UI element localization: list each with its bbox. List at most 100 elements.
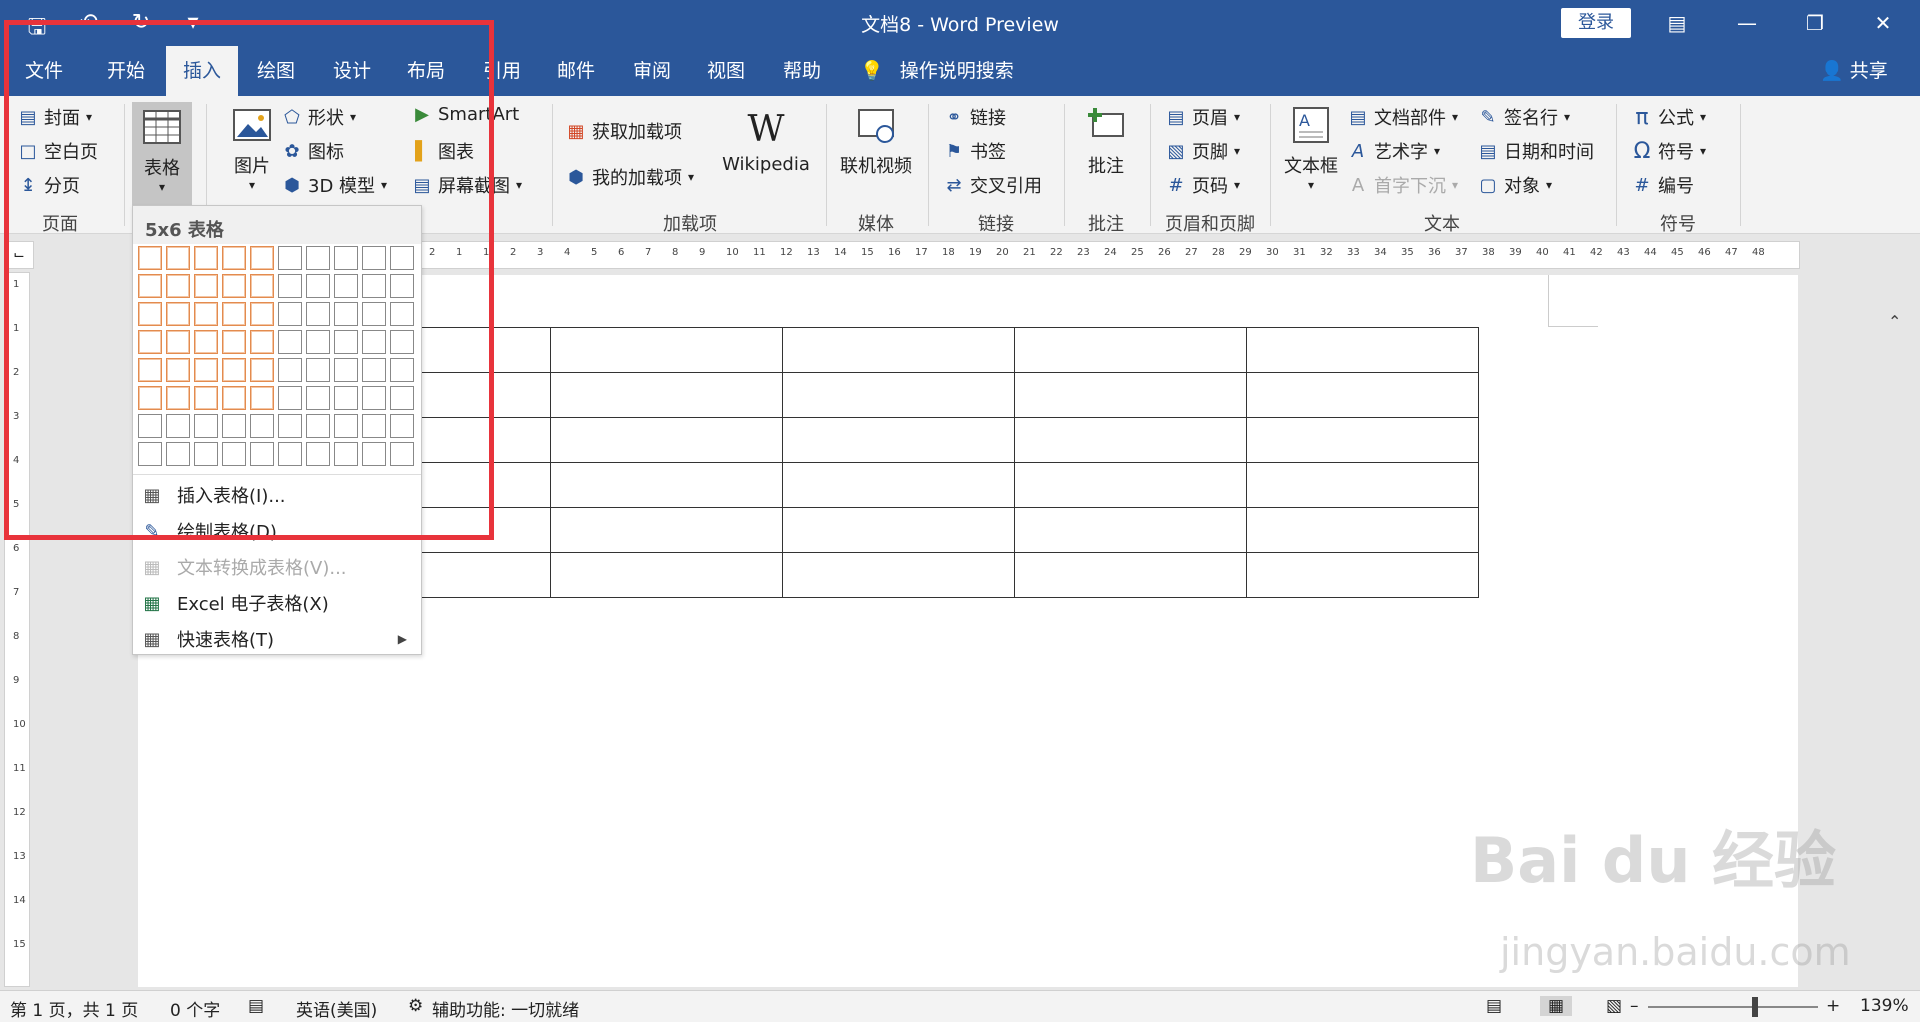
- zoom-slider-thumb[interactable]: [1752, 997, 1758, 1017]
- table-grid-cell[interactable]: [222, 358, 246, 382]
- zoom-slider-track[interactable]: [1648, 1006, 1818, 1008]
- table-grid-cell[interactable]: [138, 330, 162, 354]
- table-grid-cell[interactable]: [334, 358, 358, 382]
- online-video-button[interactable]: 联机视频: [832, 104, 920, 178]
- print-layout-icon[interactable]: ▦: [1540, 996, 1573, 1016]
- my-addins-button[interactable]: ⬢ 我的加载项 ▾: [566, 164, 694, 190]
- table-grid-cell[interactable]: [250, 246, 274, 270]
- table-grid-cell[interactable]: [166, 414, 190, 438]
- zoom-out-icon[interactable]: –: [1630, 996, 1639, 1016]
- table-grid-cell[interactable]: [334, 386, 358, 410]
- table-grid-cell[interactable]: [278, 414, 302, 438]
- web-layout-icon[interactable]: ▧: [1606, 996, 1622, 1016]
- table-grid-cell[interactable]: [194, 274, 218, 298]
- read-mode-icon[interactable]: ▤: [1486, 996, 1502, 1016]
- table-grid-cell[interactable]: [334, 330, 358, 354]
- language[interactable]: 英语(美国): [296, 996, 377, 1021]
- table-grid-cell[interactable]: [166, 274, 190, 298]
- table-cell[interactable]: [1014, 507, 1247, 553]
- table-grid-cell[interactable]: [278, 442, 302, 466]
- login-button[interactable]: 登录: [1561, 8, 1631, 38]
- tab-mailings[interactable]: 邮件: [544, 46, 608, 96]
- table-button[interactable]: 表格 ▾: [132, 102, 192, 206]
- table-grid-cell[interactable]: [362, 274, 386, 298]
- drop-cap-button[interactable]: A 首字下沉 ▾: [1348, 172, 1458, 198]
- minimize-icon[interactable]: —: [1724, 6, 1770, 40]
- zoom-in-icon[interactable]: +: [1826, 996, 1840, 1016]
- get-addins-button[interactable]: ▦ 获取加载项: [566, 118, 682, 144]
- table-cell[interactable]: [1014, 462, 1247, 508]
- chart-button[interactable]: ▌ 图表: [412, 138, 474, 164]
- table-grid-cell[interactable]: [362, 386, 386, 410]
- table-grid-cell[interactable]: [194, 414, 218, 438]
- table-cell[interactable]: [782, 507, 1015, 553]
- table-grid-cell[interactable]: [334, 302, 358, 326]
- table-grid-cell[interactable]: [306, 442, 330, 466]
- table-grid-cell[interactable]: [390, 386, 414, 410]
- table-grid-cell[interactable]: [390, 302, 414, 326]
- screenshot-button[interactable]: ▤ 屏幕截图 ▾: [412, 172, 522, 198]
- table-cell[interactable]: [782, 327, 1015, 373]
- wordart-button[interactable]: A 艺术字 ▾: [1348, 138, 1440, 164]
- table-grid-cell[interactable]: [278, 386, 302, 410]
- table-grid-cell[interactable]: [390, 442, 414, 466]
- insert-table-menu-item[interactable]: ▦ 插入表格(I)...: [139, 478, 415, 512]
- table-grid-cell[interactable]: [250, 330, 274, 354]
- table-grid-cell[interactable]: [306, 302, 330, 326]
- table-grid-cell[interactable]: [306, 246, 330, 270]
- table-grid-cell[interactable]: [138, 246, 162, 270]
- vertical-ruler[interactable]: 1 1 2 3 4 5 6 7 8 9 10 11 12 13 14 15: [4, 272, 30, 987]
- table-cell[interactable]: [550, 417, 783, 463]
- table-grid-cell[interactable]: [278, 246, 302, 270]
- table-grid-cell[interactable]: [390, 246, 414, 270]
- table-grid-cell[interactable]: [334, 442, 358, 466]
- table-cell[interactable]: [1246, 417, 1479, 463]
- table-grid-cell[interactable]: [222, 414, 246, 438]
- symbol-button[interactable]: Ω 符号 ▾: [1632, 138, 1706, 164]
- horizontal-ruler[interactable]: 2 1 1 2 3 4 5 6 7 8 9 10 11 12 13 14 15 16 17 18 19 20 21 22 23 2…: [420, 241, 1800, 269]
- bookmark-button[interactable]: ⚑ 书签: [944, 138, 1006, 164]
- table-grid-cell[interactable]: [390, 414, 414, 438]
- table-grid-cell[interactable]: [250, 358, 274, 382]
- tab-insert[interactable]: 插入: [166, 46, 238, 96]
- wikipedia-button[interactable]: W Wikipedia: [716, 106, 816, 175]
- document-table[interactable]: [318, 327, 1479, 598]
- table-grid-cell[interactable]: [194, 386, 218, 410]
- table-grid-cell[interactable]: [138, 302, 162, 326]
- table-grid-cell[interactable]: [334, 274, 358, 298]
- table-grid-cell[interactable]: [306, 414, 330, 438]
- tab-review[interactable]: 审阅: [620, 46, 684, 96]
- table-grid-cell[interactable]: [250, 386, 274, 410]
- table-cell[interactable]: [1014, 327, 1247, 373]
- excel-spreadsheet-menu-item[interactable]: ▦ Excel 电子表格(X): [139, 586, 415, 620]
- collapse-ribbon-icon[interactable]: ⌃: [1888, 312, 1901, 331]
- table-grid-cell[interactable]: [362, 330, 386, 354]
- tell-me-search[interactable]: 💡 操作说明搜索: [860, 46, 1014, 96]
- table-grid-cell[interactable]: [250, 302, 274, 326]
- table-grid-cell[interactable]: [390, 330, 414, 354]
- table-cell[interactable]: [1014, 552, 1247, 598]
- signature-line-button[interactable]: ✎ 签名行 ▾: [1478, 104, 1570, 130]
- convert-text-menu-item[interactable]: ▦ 文本转换成表格(V)...: [139, 550, 415, 584]
- table-grid-cell[interactable]: [222, 442, 246, 466]
- tab-selector-icon[interactable]: ⌙: [4, 241, 34, 269]
- table-grid-cell[interactable]: [194, 358, 218, 382]
- table-grid-cell[interactable]: [306, 274, 330, 298]
- table-grid-cell[interactable]: [362, 302, 386, 326]
- table-cell[interactable]: [782, 372, 1015, 418]
- table-grid-cell[interactable]: [138, 442, 162, 466]
- table-grid-cell[interactable]: [194, 442, 218, 466]
- table-grid-cell[interactable]: [222, 330, 246, 354]
- page-count[interactable]: 第 1 页，共 1 页: [10, 996, 138, 1021]
- table-grid-cell[interactable]: [138, 414, 162, 438]
- 3d-models-button[interactable]: ⬢ 3D 模型 ▾: [282, 172, 387, 198]
- ribbon-display-options-icon[interactable]: ▤: [1654, 6, 1700, 40]
- numbering-button[interactable]: # 编号: [1632, 172, 1694, 198]
- table-cell[interactable]: [1246, 507, 1479, 553]
- table-grid-cell[interactable]: [278, 274, 302, 298]
- table-cell[interactable]: [782, 462, 1015, 508]
- tab-file[interactable]: 文件: [12, 46, 76, 96]
- word-count[interactable]: 0 个字: [170, 996, 220, 1021]
- link-button[interactable]: ⚭ 链接: [944, 104, 1006, 130]
- tab-help[interactable]: 帮助: [770, 46, 834, 96]
